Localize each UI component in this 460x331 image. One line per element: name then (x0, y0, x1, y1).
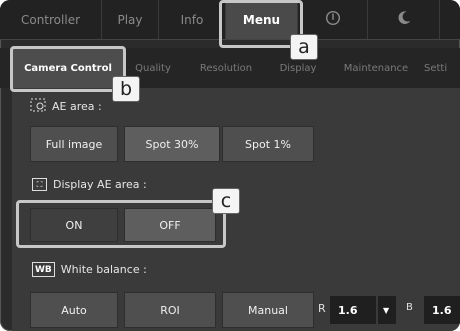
ae-area-heading: AE area : (30, 98, 102, 115)
display-ae-area-label: Display AE area : (53, 178, 147, 191)
tab-controller[interactable]: Controller (0, 0, 102, 39)
chevron-down-icon: ▼ (383, 305, 390, 315)
ae-full-image-button[interactable]: Full image (30, 126, 118, 162)
app-window: Controller Play Info Menu Camera Control… (0, 0, 460, 331)
wb-manual-button[interactable]: Manual (222, 292, 314, 328)
ae-spot-30-button[interactable]: Spot 30% (124, 126, 220, 162)
white-balance-label: White balance : (60, 263, 147, 276)
camera-control-highlight (10, 46, 126, 92)
tab-resolution[interactable]: Resolution (190, 48, 262, 88)
display-ae-highlight (16, 200, 226, 248)
wb-r-dropdown-button[interactable]: ▼ (378, 296, 396, 324)
display-area-icon: ⛶ (32, 178, 47, 191)
tab-play[interactable]: Play (102, 0, 159, 39)
callout-b: b (112, 76, 140, 102)
tab-maintenance[interactable]: Maintenance (336, 48, 416, 88)
wb-r-label: R (318, 302, 326, 315)
white-balance-icon: WB (32, 262, 55, 277)
power-icon (324, 9, 342, 30)
ae-spot-1-button[interactable]: Spot 1% (222, 126, 314, 162)
tab-night-mode[interactable] (368, 0, 440, 39)
wb-r-value-field[interactable]: 1.6 (330, 296, 376, 324)
tab-info[interactable]: Info (159, 0, 226, 39)
tab-more[interactable] (440, 0, 460, 39)
ae-area-icon (30, 98, 46, 115)
ae-area-label: AE area : (52, 100, 102, 113)
wb-b-label: B (406, 302, 413, 313)
white-balance-heading: WB White balance : (32, 262, 147, 277)
wb-b-value-field[interactable]: 1.6 (424, 296, 460, 324)
display-ae-area-heading: ⛶ Display AE area : (32, 178, 147, 191)
wb-auto-button[interactable]: Auto (30, 292, 118, 328)
moon-icon (395, 9, 413, 30)
callout-a: a (290, 34, 318, 60)
tab-settings[interactable]: Setti (420, 48, 460, 88)
wb-roi-button[interactable]: ROI (124, 292, 216, 328)
callout-c: c (212, 188, 240, 214)
